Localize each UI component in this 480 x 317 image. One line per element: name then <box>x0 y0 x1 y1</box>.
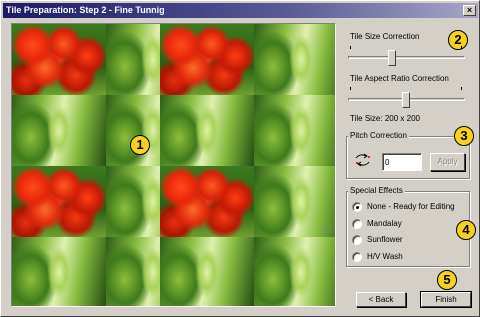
radio-sunflower[interactable] <box>352 235 362 245</box>
preview-tile-leaf <box>12 237 106 306</box>
slider-tick <box>350 46 351 49</box>
preview-tile-flower <box>160 166 254 237</box>
tile-size-readout: Tile Size: 200 x 200 <box>350 114 420 123</box>
effect-option-label: None - Ready for Editing <box>367 202 455 211</box>
callout-badge-4: 4 <box>456 220 476 240</box>
preview-tile-leaf <box>254 166 335 237</box>
finish-button[interactable]: Finish <box>420 291 472 308</box>
radio-hv-wash[interactable] <box>352 252 362 262</box>
radio-mandalay[interactable] <box>352 219 362 229</box>
aspect-ratio-slider-thumb[interactable] <box>401 92 410 108</box>
title-bar[interactable]: Tile Preparation: Step 2 - Fine Tunnig × <box>3 3 478 18</box>
apply-button[interactable]: Apply <box>430 153 465 171</box>
dialog-window: Tile Preparation: Step 2 - Fine Tunnig ×… <box>0 0 480 317</box>
window-title: Tile Preparation: Step 2 - Fine Tunnig <box>6 5 165 15</box>
preview-tile-leaf <box>254 24 335 95</box>
effect-option-label: Mandalay <box>367 219 402 228</box>
rotate-arrows-icon <box>354 152 372 170</box>
effect-option-mandalay[interactable]: Mandalay <box>352 219 442 230</box>
close-button[interactable]: × <box>463 5 476 16</box>
aspect-ratio-label: Tile Aspect Ratio Correction <box>350 74 449 83</box>
radio-none[interactable] <box>352 202 362 212</box>
tile-preview-image: 1 <box>11 23 336 307</box>
effect-option-label: Sunflower <box>367 235 403 244</box>
radio-selected-dot <box>356 206 359 209</box>
effect-option-label: H/V Wash <box>367 252 403 261</box>
slider-tick <box>461 87 462 90</box>
effect-option-hv-wash[interactable]: H/V Wash <box>352 252 442 263</box>
preview-tile-leaf <box>160 237 254 306</box>
effect-option-sunflower[interactable]: Sunflower <box>352 235 442 246</box>
back-button[interactable]: < Back <box>356 292 406 307</box>
callout-badge-5: 5 <box>437 270 457 290</box>
preview-tile-leaf <box>12 95 106 166</box>
preview-tile-leaf <box>254 95 335 166</box>
preview-tile-leaf <box>160 95 254 166</box>
callout-badge-2: 2 <box>448 30 468 50</box>
preview-tile-flower <box>12 24 106 95</box>
tile-size-slider-track[interactable] <box>348 56 465 59</box>
tile-size-label: Tile Size Correction <box>350 32 420 41</box>
preview-tile-flower <box>12 166 106 237</box>
preview-tile-flower <box>160 24 254 95</box>
slider-tick <box>350 87 351 90</box>
effect-option-none[interactable]: None - Ready for Editing <box>352 202 455 213</box>
preview-tile-leaf <box>254 237 335 306</box>
callout-badge-3: 3 <box>454 126 474 146</box>
pitch-correction-label: Pitch Correction <box>348 131 409 140</box>
pitch-value-input[interactable]: 0 <box>382 153 422 171</box>
slider-tick <box>461 46 462 49</box>
tile-size-slider-thumb[interactable] <box>388 50 397 66</box>
special-effects-label: Special Effects <box>348 186 405 195</box>
callout-badge-1: 1 <box>130 135 150 155</box>
